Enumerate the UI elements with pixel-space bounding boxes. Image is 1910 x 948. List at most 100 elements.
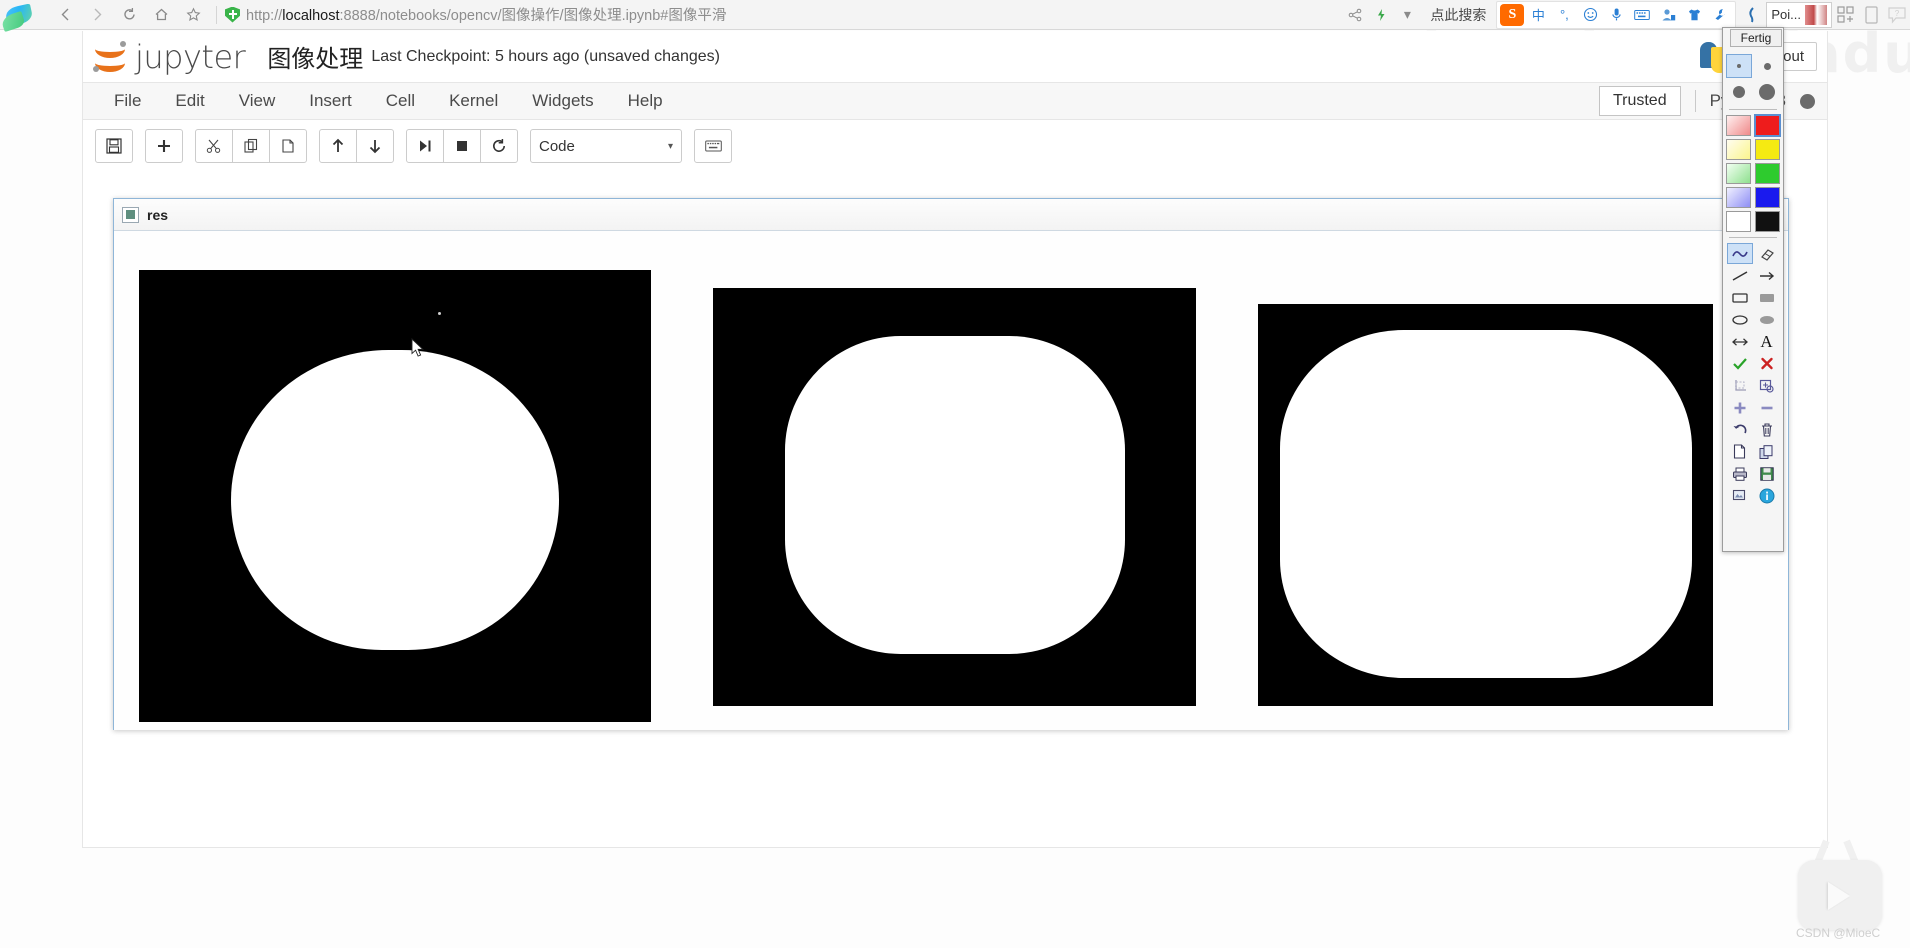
color-white[interactable] [1725, 211, 1751, 232]
back-chevron-icon[interactable] [50, 2, 80, 28]
ime-keyboard-icon[interactable] [1630, 4, 1654, 26]
ime-toolbar: S 中 °, [1496, 0, 1737, 29]
url-scheme: http:// [246, 8, 283, 24]
menu-widgets[interactable]: Widgets [515, 85, 610, 117]
undo-icon[interactable] [1727, 419, 1753, 440]
share-icon[interactable] [1342, 2, 1368, 28]
ime-emoji-icon[interactable] [1578, 4, 1602, 26]
arrow-icon[interactable] [1754, 265, 1780, 286]
screenshot-icon[interactable] [1727, 485, 1753, 506]
pointofix-size-xsmall[interactable] [1726, 54, 1752, 78]
browser-nav-buttons [50, 2, 208, 28]
menu-view[interactable]: View [222, 85, 293, 117]
opencv-window-titlebar[interactable]: res [114, 199, 1788, 231]
cross-mark-icon[interactable] [1754, 353, 1780, 374]
pointofix-size-large[interactable] [1754, 80, 1780, 104]
ime-microphone-icon[interactable] [1604, 4, 1628, 26]
apps-grid-icon[interactable] [1832, 2, 1858, 28]
address-bar[interactable]: http://localhost:8888/notebooks/opencv/图… [225, 4, 726, 25]
menu-insert[interactable]: Insert [292, 85, 369, 117]
dilate-rounded-shape [785, 336, 1125, 654]
reload-icon[interactable] [114, 2, 144, 28]
color-light-yellow[interactable] [1725, 139, 1751, 160]
sogou-ime-logo-icon[interactable]: S [1500, 3, 1525, 26]
color-black[interactable] [1754, 211, 1780, 232]
color-green[interactable] [1754, 163, 1780, 184]
info-icon[interactable] [1754, 485, 1780, 506]
cell-type-select[interactable]: Code ▾ [530, 129, 682, 163]
trusted-badge[interactable]: Trusted [1598, 86, 1681, 116]
move-up-arrow-icon[interactable] [319, 129, 357, 163]
chevron-down-icon[interactable]: ▾ [1394, 2, 1420, 28]
line-icon[interactable] [1727, 265, 1753, 286]
tablet-icon[interactable] [1858, 2, 1884, 28]
save-floppy-icon[interactable] [1754, 463, 1780, 484]
lightning-icon[interactable] [1368, 2, 1394, 28]
forward-chevron-icon[interactable] [82, 2, 112, 28]
rectangle-filled-icon[interactable] [1754, 287, 1780, 308]
cell-type-value: Code [539, 137, 575, 155]
jupyter-logo[interactable]: jupyter [91, 37, 246, 76]
ime-settings-wrench-icon[interactable] [1708, 4, 1732, 26]
delete-trash-icon[interactable] [1754, 419, 1780, 440]
pointofix-caption-fertig[interactable]: Fertig [1730, 29, 1782, 47]
command-palette-icon[interactable] [694, 129, 732, 163]
ime-punctuation-icon[interactable]: °, [1552, 4, 1576, 26]
menu-cell[interactable]: Cell [369, 85, 432, 117]
ime-chinese-mode-icon[interactable]: 中 [1526, 4, 1550, 26]
check-mark-icon[interactable] [1727, 353, 1753, 374]
zoom-region-icon[interactable] [1754, 375, 1780, 396]
color-yellow[interactable] [1754, 139, 1780, 160]
help-bubble-icon[interactable]: ? [1884, 2, 1910, 28]
zoom-in-icon[interactable] [1727, 397, 1753, 418]
color-light-green[interactable] [1725, 163, 1751, 184]
pointofix-app-icon[interactable] [1740, 2, 1766, 28]
color-light-red[interactable] [1725, 115, 1751, 136]
csdn-watermark: CSDN @MioeC [1796, 926, 1881, 940]
taskbar-window-pointofix[interactable]: Poi... [1766, 1, 1832, 28]
new-page-icon[interactable] [1727, 441, 1753, 462]
eraser-icon[interactable] [1754, 243, 1780, 264]
text-tool-icon[interactable]: A [1754, 331, 1780, 352]
notebook-title[interactable]: 图像处理 [267, 39, 363, 74]
freehand-pen-icon[interactable] [1726, 243, 1753, 264]
ime-user-icon[interactable] [1656, 4, 1680, 26]
screen-root: Jiampln en Jiaduoji Bin [0, 0, 1910, 948]
restart-kernel-icon[interactable] [480, 129, 518, 163]
double-arrow-icon[interactable] [1727, 331, 1753, 352]
move-down-arrow-icon[interactable] [356, 129, 394, 163]
ellipse-outline-icon[interactable] [1727, 309, 1753, 330]
pointofix-divider-2 [1729, 237, 1777, 238]
bookmark-star-icon[interactable] [178, 2, 208, 28]
menu-edit[interactable]: Edit [158, 85, 221, 117]
zoom-out-icon[interactable] [1754, 397, 1780, 418]
pointofix-size-medium[interactable] [1726, 80, 1752, 104]
run-cell-icon[interactable] [406, 129, 444, 163]
color-light-blue[interactable] [1725, 187, 1751, 208]
opencv-res-window[interactable]: res [113, 198, 1789, 730]
menu-help[interactable]: Help [611, 85, 680, 117]
copy-icon[interactable] [232, 129, 270, 163]
search-hint-label[interactable]: 点此搜索 [1420, 5, 1496, 25]
jupyter-wordmark: jupyter [135, 37, 246, 76]
pointofix-size-grid [1726, 54, 1780, 104]
color-blue[interactable] [1754, 187, 1780, 208]
copy-clipboard-icon[interactable] [1754, 441, 1780, 462]
scissors-icon[interactable] [195, 129, 233, 163]
url-text[interactable]: http://localhost:8888/notebooks/opencv/图… [246, 4, 726, 25]
crop-icon[interactable] [1727, 375, 1753, 396]
ellipse-filled-icon[interactable] [1754, 309, 1780, 330]
home-icon[interactable] [146, 2, 176, 28]
menu-kernel[interactable]: Kernel [432, 85, 515, 117]
add-cell-icon[interactable] [145, 129, 183, 163]
print-icon[interactable] [1727, 463, 1753, 484]
menu-file[interactable]: File [97, 85, 158, 117]
stop-square-icon[interactable] [443, 129, 481, 163]
color-red[interactable] [1753, 114, 1781, 137]
save-disk-icon[interactable] [95, 129, 133, 163]
rectangle-outline-icon[interactable] [1727, 287, 1753, 308]
paste-icon[interactable] [269, 129, 307, 163]
pointofix-toolbar[interactable]: A [1722, 27, 1784, 552]
ime-skin-icon[interactable] [1682, 4, 1706, 26]
pointofix-size-small[interactable] [1754, 54, 1780, 78]
